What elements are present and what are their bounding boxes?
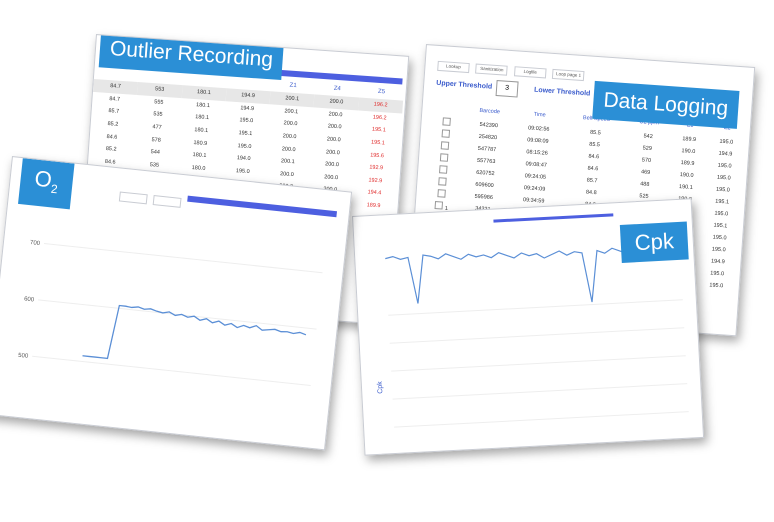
row-checkbox[interactable] [438, 177, 447, 186]
o2-series-line [82, 304, 307, 360]
o2-y-tick-label: 500 [18, 353, 29, 360]
o2-title-subscript: 2 [50, 181, 59, 197]
o2-gridline [32, 355, 311, 386]
cpk-title: Cpk [619, 221, 689, 263]
o2-title: O2 [17, 158, 75, 210]
cpk-panel: Cpk Cpk [352, 198, 705, 456]
cpk-gridline [394, 411, 689, 428]
row-checkbox[interactable] [434, 201, 444, 210]
tab-loop-page[interactable]: Loop page 1 [552, 68, 585, 82]
upper-threshold-label: Upper Threshold [436, 79, 493, 91]
cpk-gridline [391, 355, 686, 372]
o2-panel: 700 600 500 O2 [0, 156, 353, 451]
table-cell: 195.0 [709, 282, 724, 290]
tab-lookup[interactable]: Lookup [437, 60, 470, 74]
row-checkbox[interactable] [440, 141, 450, 150]
row-checkbox[interactable] [439, 153, 449, 162]
o2-y-tick-label: 700 [30, 240, 41, 247]
tab-logfile[interactable]: Logfile [513, 66, 547, 79]
tab-sanitization[interactable]: Sanitization [475, 63, 509, 76]
upper-threshold-input[interactable]: 3 [495, 80, 519, 98]
o2-y-tick-label: 600 [24, 296, 35, 303]
cpk-gridline [392, 383, 688, 400]
datalog-tabs: Lookup Sanitization Logfile Loop page 1 [437, 54, 587, 82]
row-checkbox[interactable] [437, 189, 446, 198]
cpk-gridline [388, 299, 683, 316]
cpk-gridline [389, 327, 685, 344]
row-checkbox[interactable] [441, 129, 450, 138]
row-checkbox[interactable] [438, 165, 448, 174]
lower-threshold-label: Lower Threshold [533, 86, 591, 98]
o2-gridline [43, 242, 323, 274]
row-checkbox[interactable] [442, 117, 451, 126]
cpk-y-axis-label: Cpk [377, 381, 385, 394]
